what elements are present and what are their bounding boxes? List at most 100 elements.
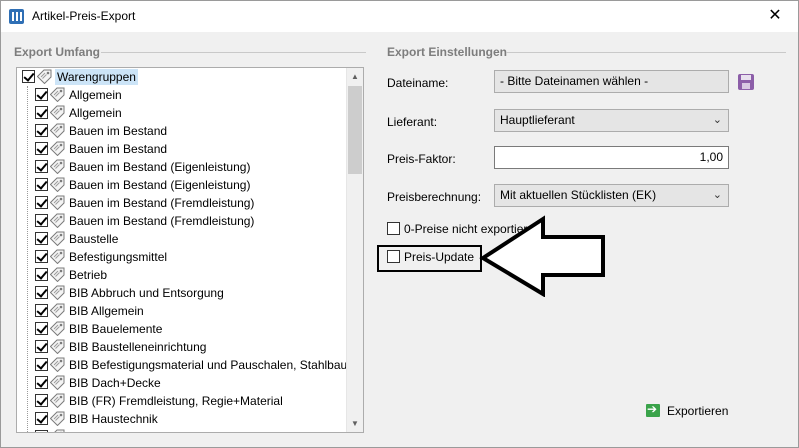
tag-icon <box>50 159 65 174</box>
exportieren-button[interactable]: Exportieren <box>642 400 742 422</box>
tree-item-checkbox[interactable] <box>35 142 48 155</box>
tag-icon <box>50 411 65 426</box>
preis-faktor-input[interactable]: 1,00 <box>494 146 729 169</box>
tree-item[interactable]: BIB Befestigungsmaterial und Pauschalen,… <box>17 356 347 374</box>
tag-icon <box>50 375 65 390</box>
dateiname-label: Dateiname: <box>387 76 449 90</box>
chevron-down-icon: ⌄ <box>712 114 722 126</box>
tree-item[interactable]: Befestigungsmittel <box>17 248 346 266</box>
scroll-down-arrow-icon[interactable]: ▼ <box>347 415 363 432</box>
preis-update-highlight-frame <box>377 245 482 272</box>
tree-item[interactable]: Bauen im Bestand (Fremdleistung) <box>17 212 346 230</box>
tree-item[interactable]: Allgemein <box>17 86 346 104</box>
tree-item-checkbox[interactable] <box>35 250 48 263</box>
tree-item[interactable]: BIB Bauelemente <box>17 320 346 338</box>
artikel-preis-export-window: Artikel-Preis-Export ✕ Export Umfang War… <box>0 0 799 448</box>
tree-item-checkbox[interactable] <box>35 394 48 407</box>
tag-icon <box>50 321 65 336</box>
tree-item-label: Allgemein <box>69 88 122 102</box>
tree-item[interactable]: BIB (FR) Fremdleistung, Regie+Material <box>17 392 346 410</box>
tree-item[interactable]: Baustelle <box>17 230 346 248</box>
lieferant-label: Lieferant: <box>387 115 438 129</box>
window-title: Artikel-Preis-Export <box>32 9 136 23</box>
tree-item[interactable]: BIB Haustechnik <box>17 410 346 428</box>
tree-item-checkbox[interactable] <box>35 214 48 227</box>
tag-icon <box>50 249 65 264</box>
tree-item-checkbox[interactable] <box>35 358 48 371</box>
tree-item-label: Betrieb <box>69 268 108 282</box>
export-umfang-divider <box>101 52 366 53</box>
tree-item-label: BIB Baustelleneinrichtung <box>69 340 207 354</box>
tree-item-checkbox[interactable] <box>35 340 48 353</box>
tag-icon <box>50 213 65 228</box>
tree-item[interactable]: BIB Allgemein <box>17 302 346 320</box>
tree-item-checkbox[interactable] <box>35 304 48 317</box>
tree-item-label: Baustelle <box>69 232 119 246</box>
tree-item-warengruppen[interactable]: Warengruppen <box>17 68 346 86</box>
tree-item-checkbox[interactable] <box>35 124 48 137</box>
close-button[interactable]: ✕ <box>752 1 798 32</box>
tree-item-label: BIB Bauelemente <box>69 322 163 336</box>
tree-list: Warengruppen Allgemein Allgemein Bauen im … <box>17 68 347 432</box>
tree-item-label: Bauen im Bestand (Fremdleistung) <box>69 196 255 210</box>
tag-icon <box>50 285 65 300</box>
warengruppen-checkbox[interactable] <box>22 70 35 83</box>
tree-item[interactable]: Bauen im Bestand (Eigenleistung) <box>17 158 346 176</box>
tree-item-label: Bauen im Bestand (Fremdleistung) <box>69 214 255 228</box>
tag-icon <box>50 393 65 408</box>
tree-item[interactable]: Bauen im Bestand (Fremdleistung) <box>17 194 346 212</box>
exportieren-label: Exportieren <box>667 404 729 418</box>
tree-item-checkbox[interactable] <box>35 196 48 209</box>
tag-icon <box>50 303 65 318</box>
tree-item-label: Allgemein <box>69 106 122 120</box>
tree-item-checkbox[interactable] <box>35 412 48 425</box>
tree-item[interactable]: BIB Dach+Decke <box>17 374 346 392</box>
preisberechnung-select[interactable]: Mit aktuellen Stücklisten (EK) ⌄ <box>494 184 729 207</box>
tree-item-checkbox[interactable] <box>35 268 48 281</box>
tag-icon <box>54 429 65 432</box>
export-umfang-header: Export Umfang <box>14 45 101 59</box>
preis-faktor-label: Preis-Faktor: <box>387 152 456 166</box>
tree-item-label: BIB (FR) Fremdleistung, Regie+Material <box>69 394 283 408</box>
app-icon <box>9 9 24 24</box>
tree-item[interactable]: Bauen im Bestand (Eigenleistung) <box>17 176 346 194</box>
dateiname-value: - Bitte Dateinamen wählen - <box>500 74 649 88</box>
dateiname-field[interactable]: - Bitte Dateinamen wählen - <box>494 70 729 93</box>
title-bar: Artikel-Preis-Export ✕ <box>1 1 798 32</box>
tree-item-checkbox[interactable] <box>35 430 48 432</box>
tag-icon <box>50 231 65 246</box>
save-file-icon[interactable] <box>738 74 754 90</box>
tree-item[interactable]: BIB Holz, Konstruktion (Vollholz) <box>17 428 346 432</box>
export-einstellungen-divider <box>506 52 786 53</box>
tree-item[interactable]: Betrieb <box>17 266 346 284</box>
tree-item-checkbox[interactable] <box>35 160 48 173</box>
tag-icon <box>50 105 65 120</box>
tree-item[interactable]: BIB Abbruch und Entsorgung <box>17 284 346 302</box>
tag-icon <box>50 177 65 192</box>
tree-vertical-scrollbar[interactable]: ▲ ▼ <box>346 68 363 432</box>
tree-item-checkbox[interactable] <box>35 322 48 335</box>
tree-item-checkbox[interactable] <box>35 106 48 119</box>
scrollbar-thumb[interactable] <box>348 86 362 174</box>
tag-icon <box>50 141 65 156</box>
tree-item-checkbox[interactable] <box>35 88 48 101</box>
lieferant-select[interactable]: Hauptlieferant ⌄ <box>494 109 729 132</box>
tree-item[interactable]: Bauen im Bestand <box>17 140 346 158</box>
tree-item-checkbox[interactable] <box>35 286 48 299</box>
null-preise-checkbox[interactable] <box>387 222 400 235</box>
warengruppen-tree[interactable]: Warengruppen Allgemein Allgemein Bauen im … <box>16 67 364 433</box>
tree-item-checkbox[interactable] <box>35 376 48 389</box>
tag-icon <box>37 69 52 84</box>
preis-faktor-value: 1,00 <box>699 150 723 164</box>
tree-item-checkbox[interactable] <box>35 178 48 191</box>
scroll-up-arrow-icon[interactable]: ▲ <box>347 68 363 85</box>
tree-item-checkbox[interactable] <box>35 232 48 245</box>
tree-item[interactable]: BIB Baustelleneinrichtung <box>17 338 346 356</box>
tag-icon <box>50 195 65 210</box>
tree-item-label: Befestigungsmittel <box>69 250 168 264</box>
tree-item[interactable]: Bauen im Bestand <box>17 122 346 140</box>
preisberechnung-label: Preisberechnung: <box>387 190 482 204</box>
tree-item[interactable]: Allgemein <box>17 104 346 122</box>
tag-icon <box>50 357 65 372</box>
tree-item-label: Bauen im Bestand (Eigenleistung) <box>69 178 251 192</box>
